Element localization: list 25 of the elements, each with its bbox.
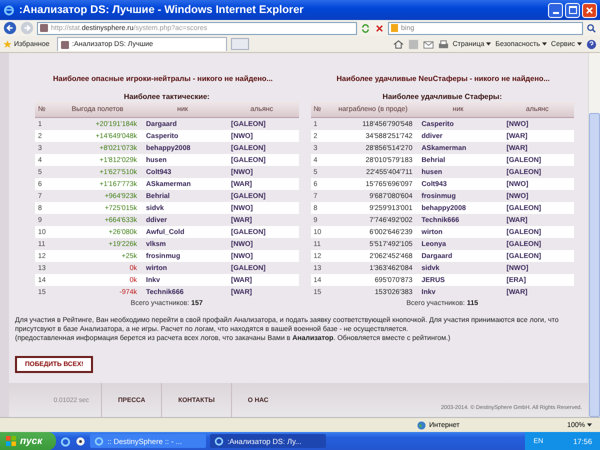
- refresh-icon[interactable]: [360, 22, 371, 34]
- browser-logo-icon: [3, 4, 15, 16]
- mail-icon[interactable]: [422, 38, 434, 50]
- browser-logo-icon[interactable]: [60, 436, 72, 446]
- print-icon[interactable]: [438, 38, 449, 50]
- globe-icon: [417, 420, 426, 430]
- close-icon: [585, 6, 594, 14]
- minimize-button[interactable]: [548, 2, 563, 18]
- window-title: :Анализатор DS: Лучшие - Windows Internet Explorer: [19, 4, 305, 16]
- caret-icon: [587, 423, 592, 427]
- home-icon[interactable]: [392, 38, 404, 50]
- windows-flag-icon: [6, 436, 16, 446]
- back-button[interactable]: [3, 21, 17, 35]
- caret-icon: [577, 42, 582, 46]
- star-icon: [3, 40, 12, 48]
- search-icon[interactable]: [586, 22, 597, 34]
- caret-icon: [542, 42, 548, 46]
- caret-icon: [486, 42, 492, 46]
- stop-icon[interactable]: [374, 22, 385, 34]
- scrollbar[interactable]: [588, 53, 600, 417]
- restore-button[interactable]: [565, 2, 580, 18]
- browser-logo-icon: [214, 436, 224, 446]
- browser-logo-icon: [94, 436, 104, 446]
- close-button[interactable]: [582, 2, 597, 18]
- help-icon[interactable]: [586, 38, 597, 50]
